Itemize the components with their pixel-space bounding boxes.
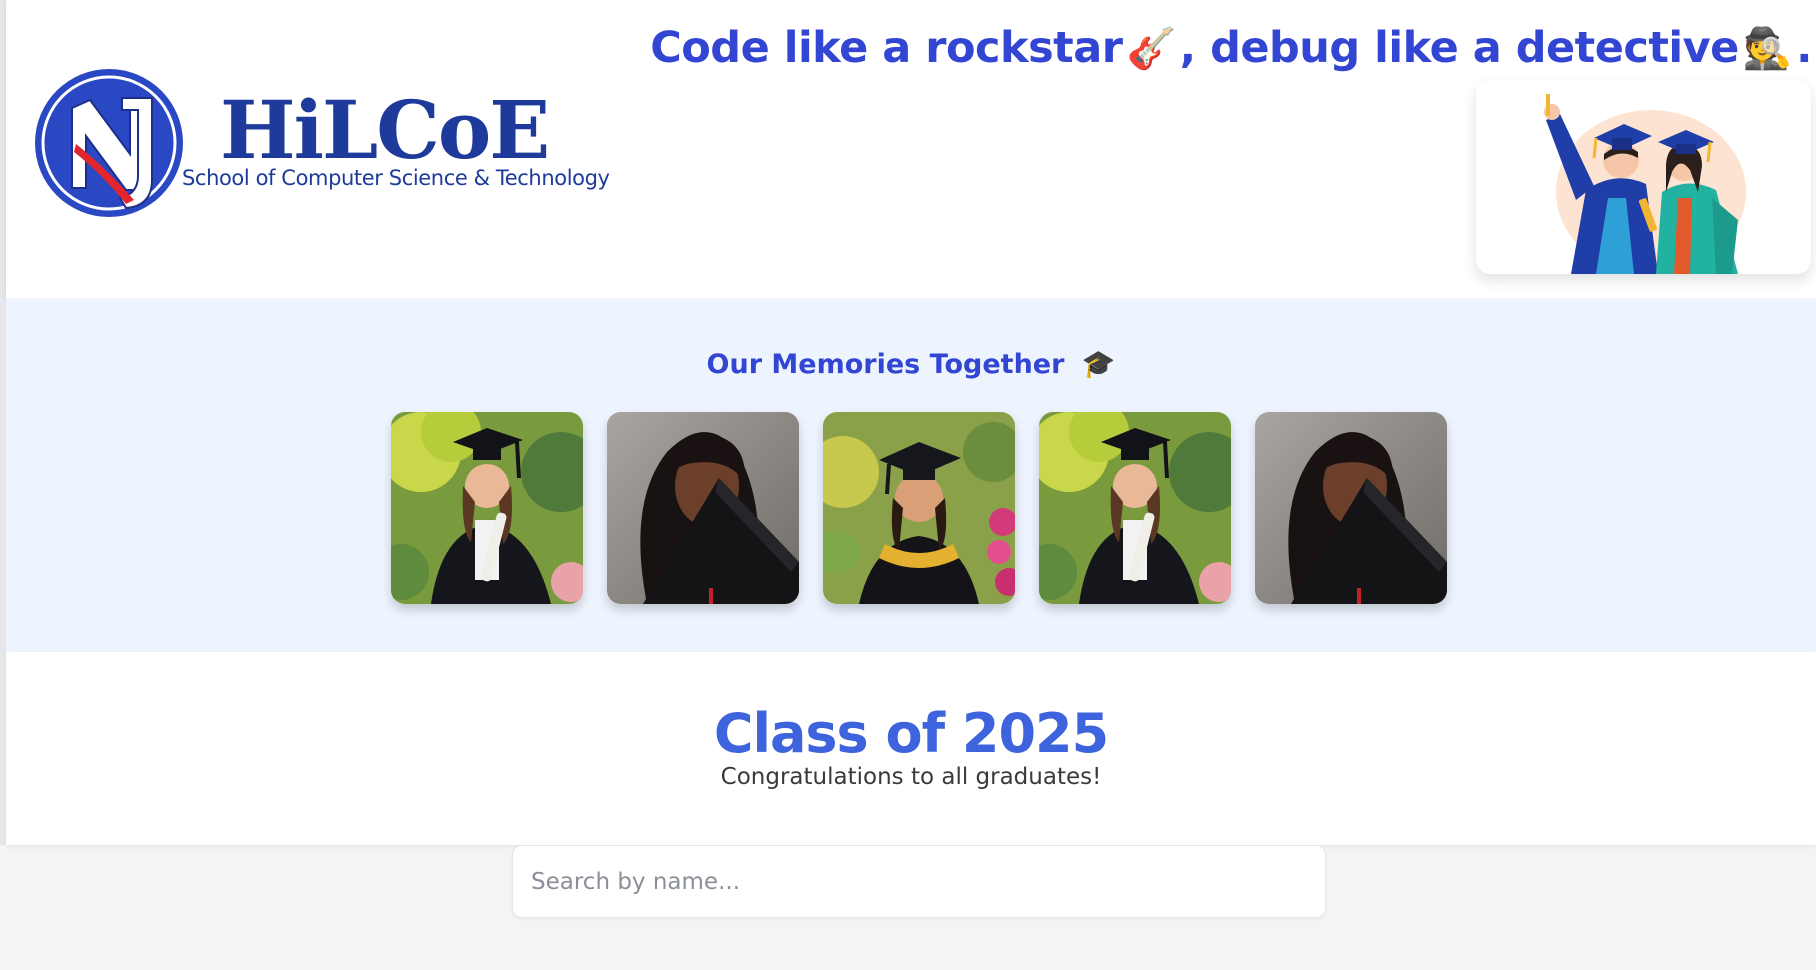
graduate-photo-1-image: [391, 412, 583, 604]
logo-subtitle: School of Computer Science & Technology: [182, 166, 610, 190]
graduate-photo-2-image: [607, 412, 799, 604]
graduate-photo-1[interactable]: [391, 412, 583, 604]
graduate-photo-4-image: [1039, 412, 1231, 604]
class-title: Class of 2025: [713, 702, 1109, 765]
hilcoe-logo[interactable]: HiLCoE School of Computer Science & Tech…: [30, 66, 610, 222]
guitar-icon: 🎸: [1126, 25, 1176, 72]
photo-gallery: [391, 412, 1447, 604]
tagline-part-2: , debug like a detective: [1179, 23, 1740, 73]
tagline-end: .: [1796, 23, 1812, 73]
tagline: Code like a rockstar 🎸 , debug like a de…: [650, 18, 1812, 78]
logo-wordmark: HiLCoE: [220, 83, 550, 177]
graduate-photo-5[interactable]: [1255, 412, 1447, 604]
class-section: Class of 2025 Congratulations to all gra…: [6, 652, 1816, 845]
tagline-part-1: Code like a rockstar: [650, 23, 1123, 73]
graduate-photo-3[interactable]: [823, 412, 1015, 604]
graduate-photo-3-image: [823, 412, 1015, 604]
memories-section: Our Memories Together 🎓: [6, 298, 1816, 652]
graduate-photo-2[interactable]: [607, 412, 799, 604]
class-subtitle: Congratulations to all graduates!: [720, 764, 1102, 790]
search-input[interactable]: [512, 845, 1326, 918]
graduates-illustration-card: [1476, 80, 1811, 274]
memories-title: Our Memories Together 🎓: [6, 348, 1816, 380]
memories-title-text: Our Memories Together: [706, 349, 1065, 380]
page: Code like a rockstar 🎸 , debug like a de…: [0, 0, 1816, 970]
graduate-photo-4[interactable]: [1039, 412, 1231, 604]
logo-emblem-icon: [35, 69, 183, 217]
site-header: Code like a rockstar 🎸 , debug like a de…: [6, 0, 1816, 298]
detective-icon: 🕵️: [1742, 25, 1793, 72]
graduates-illustration-icon: [1544, 94, 1746, 274]
graduation-cap-icon: 🎓: [1081, 349, 1116, 380]
graduate-photo-5-image: [1255, 412, 1447, 604]
